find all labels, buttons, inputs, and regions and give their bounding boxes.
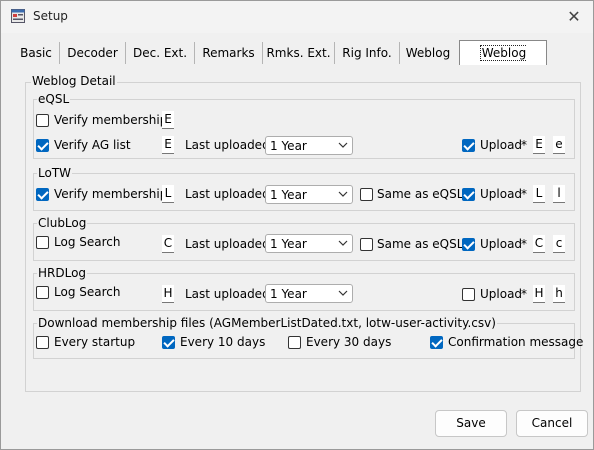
- tab-decoder[interactable]: Decoder: [60, 42, 126, 64]
- eqsl-verify-membership-code[interactable]: E: [162, 111, 174, 129]
- clublog-upload-star: *: [521, 237, 527, 251]
- hrdlog-label: HRDLog: [37, 266, 88, 280]
- every-startup-checkbox[interactable]: [36, 336, 49, 349]
- clublog-log-search-code[interactable]: C: [162, 235, 174, 253]
- tab-label: Remarks: [202, 46, 255, 60]
- tab-dec-ext[interactable]: Dec. Ext.: [126, 42, 195, 64]
- clublog-upload-code-upper[interactable]: C: [533, 235, 545, 253]
- hrdlog-upload-label: Upload: [480, 287, 523, 301]
- close-icon[interactable]: ✕: [563, 6, 585, 28]
- eqsl-upload-star: *: [521, 138, 527, 152]
- hrdlog-interval-value: 1 Year: [270, 287, 307, 301]
- clublog-upload-code-lower[interactable]: c: [553, 235, 565, 253]
- eqsl-verify-ag-checkbox[interactable]: [36, 139, 49, 152]
- every-10-days-label: Every 10 days: [180, 335, 266, 349]
- tab-label: Rmks. Ext.: [266, 46, 331, 60]
- eqsl-last-uploaded-label: Last uploaded: [185, 138, 270, 152]
- weblog-detail-label: Weblog Detail: [31, 74, 117, 88]
- eqsl-label: eQSL: [37, 92, 71, 106]
- eqsl-upload-label: Upload: [480, 138, 523, 152]
- setup-window: Setup ✕ Basic Decoder Dec. Ext. Remarks …: [0, 0, 594, 450]
- hrdlog-upload-star: *: [521, 287, 527, 301]
- eqsl-upload-code-lower[interactable]: e: [553, 136, 565, 154]
- eqsl-upload-code-upper[interactable]: E: [533, 136, 545, 154]
- app-icon: [11, 9, 25, 23]
- lotw-verify-membership-code[interactable]: L: [162, 185, 174, 203]
- tab-remarks[interactable]: Remarks: [195, 42, 263, 64]
- clublog-upload-label: Upload: [480, 237, 523, 251]
- tab-rig-info[interactable]: Rig Info.: [335, 42, 400, 64]
- clublog-interval-value: 1 Year: [270, 237, 307, 251]
- hrdlog-interval-select[interactable]: 1 Year: [265, 284, 353, 303]
- download-label: Download membership files (AGMemberListD…: [37, 316, 497, 330]
- every-10-days-checkbox[interactable]: [162, 336, 175, 349]
- tab-weblog[interactable]: Weblog: [400, 42, 456, 64]
- every-30-days-label: Every 30 days: [306, 335, 392, 349]
- lotw-verify-membership-label: Verify membership: [54, 187, 168, 201]
- chevron-down-icon: [338, 142, 348, 148]
- tab-weblog-detail[interactable]: Weblog Detail: [459, 40, 547, 85]
- tab-basic[interactable]: Basic: [13, 42, 60, 64]
- clublog-log-search-label: Log Search: [54, 235, 121, 249]
- clublog-last-uploaded-label: Last uploaded: [185, 237, 270, 251]
- lotw-interval-value: 1 Year: [270, 188, 307, 202]
- lotw-interval-select[interactable]: 1 Year: [265, 185, 353, 204]
- clublog-upload-checkbox[interactable]: [462, 238, 475, 251]
- save-button[interactable]: Save: [435, 410, 507, 437]
- eqsl-upload-checkbox[interactable]: [462, 139, 475, 152]
- window-title: Setup: [33, 9, 68, 23]
- chevron-down-icon: [338, 191, 348, 197]
- eqsl-verify-ag-code[interactable]: E: [162, 136, 174, 154]
- tab-label: Rig Info.: [342, 46, 392, 60]
- confirmation-message-label: Confirmation message: [448, 335, 584, 349]
- hrdlog-log-search-code[interactable]: H: [162, 285, 174, 303]
- eqsl-verify-membership-checkbox[interactable]: [36, 114, 49, 127]
- lotw-upload-label: Upload: [480, 187, 523, 201]
- eqsl-interval-value: 1 Year: [270, 139, 307, 153]
- clublog-same-as-eqsl-checkbox[interactable]: [360, 238, 373, 251]
- clublog-label: ClubLog: [37, 216, 88, 230]
- clublog-interval-select[interactable]: 1 Year: [265, 234, 353, 253]
- lotw-last-uploaded-label: Last uploaded: [185, 187, 270, 201]
- title-bar: Setup ✕: [1, 1, 593, 33]
- tab-label: Basic: [20, 46, 52, 60]
- lotw-verify-membership-checkbox[interactable]: [36, 188, 49, 201]
- lotw-label: LoTW: [37, 166, 73, 180]
- tab-rmks-ext[interactable]: Rmks. Ext.: [263, 42, 335, 64]
- lotw-upload-code-lower[interactable]: l: [553, 185, 565, 203]
- clublog-log-search-checkbox[interactable]: [36, 236, 49, 249]
- confirmation-message-checkbox[interactable]: [430, 336, 443, 349]
- eqsl-interval-select[interactable]: 1 Year: [265, 136, 353, 155]
- cancel-button[interactable]: Cancel: [516, 410, 588, 437]
- eqsl-verify-membership-label: Verify membership: [54, 113, 168, 127]
- every-startup-label: Every startup: [54, 335, 136, 349]
- tab-label: Dec. Ext.: [132, 46, 188, 60]
- hrdlog-last-uploaded-label: Last uploaded: [185, 287, 270, 301]
- hrdlog-upload-code-upper[interactable]: H: [533, 285, 545, 303]
- lotw-same-as-eqsl-checkbox[interactable]: [360, 188, 373, 201]
- hrdlog-upload-code-lower[interactable]: h: [553, 285, 565, 303]
- tab-label: Decoder: [67, 46, 118, 60]
- lotw-upload-checkbox[interactable]: [462, 188, 475, 201]
- hrdlog-log-search-label: Log Search: [54, 285, 121, 299]
- lotw-upload-code-upper[interactable]: L: [533, 185, 545, 203]
- lotw-same-as-eqsl-label: Same as eQSL: [377, 187, 464, 201]
- tab-label: Weblog: [405, 46, 451, 60]
- lotw-upload-star: *: [521, 187, 527, 201]
- hrdlog-log-search-checkbox[interactable]: [36, 286, 49, 299]
- hrdlog-upload-checkbox[interactable]: [462, 288, 475, 301]
- eqsl-verify-ag-label: Verify AG list: [54, 138, 131, 152]
- chevron-down-icon: [338, 290, 348, 296]
- every-30-days-checkbox[interactable]: [288, 336, 301, 349]
- clublog-same-as-eqsl-label: Same as eQSL: [377, 237, 464, 251]
- chevron-down-icon: [338, 240, 348, 246]
